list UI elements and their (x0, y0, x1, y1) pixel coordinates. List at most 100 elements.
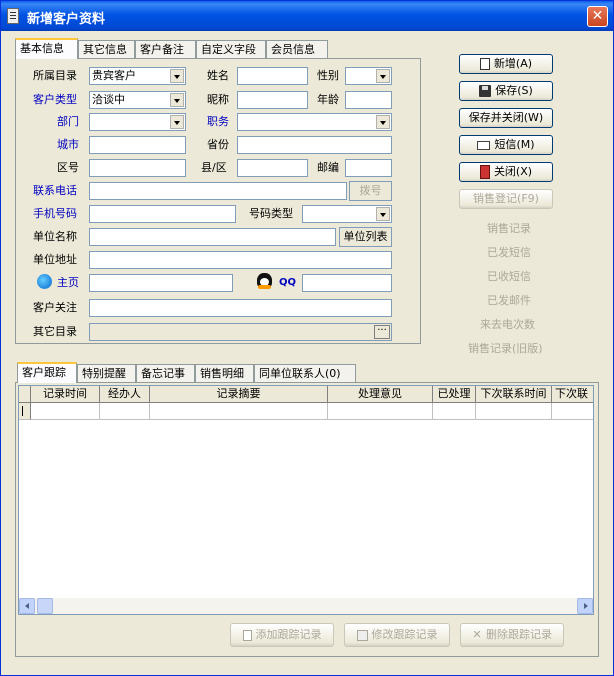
delete-tracking-button[interactable]: ✕ 删除跟踪记录 (460, 623, 564, 647)
postcode-input[interactable] (345, 159, 392, 177)
homepage-input[interactable] (89, 274, 233, 292)
province-input[interactable] (237, 136, 392, 154)
tab-other-info[interactable]: 其它信息 (78, 40, 135, 59)
add-tracking-button[interactable]: 添加跟踪记录 (230, 623, 334, 647)
tab-same-company-contacts[interactable]: 同单位联系人(0) (254, 364, 356, 383)
scroll-right-arrow-icon[interactable] (577, 598, 593, 614)
window-title: 新增客户资料 (27, 12, 106, 27)
table-cell[interactable] (476, 403, 552, 420)
number-type-select[interactable] (302, 205, 392, 223)
county-input[interactable] (237, 159, 308, 177)
close-button[interactable]: 关闭(X) (459, 162, 553, 182)
tracking-table[interactable]: 记录时间 经办人 记录摘要 处理意见 已处理 下次联系时间 下次联 (18, 385, 594, 615)
row-header-corner (19, 386, 31, 403)
save-button-label: 保存(S) (495, 84, 533, 97)
table-cell[interactable] (328, 403, 433, 420)
tab-memo[interactable]: 备忘记事 (136, 364, 195, 383)
new-button[interactable]: 新增(A) (459, 54, 553, 74)
dial-button[interactable]: 拨号 (349, 181, 392, 201)
new-document-icon (479, 58, 490, 70)
tab-custom-fields[interactable]: 自定义字段 (196, 40, 266, 59)
gender-select[interactable] (345, 67, 392, 85)
tab-basic-info[interactable]: 基本信息 (15, 38, 78, 59)
sales-record-old-link[interactable]: 销售记录(旧版) (468, 342, 543, 356)
browse-button[interactable]: ··· (374, 325, 390, 339)
new-button-label: 新增(A) (493, 57, 533, 70)
position-select[interactable] (237, 113, 392, 131)
sales-record-link[interactable]: 销售记录 (487, 222, 531, 236)
call-count-link[interactable]: 来去电次数 (480, 318, 535, 332)
horizontal-scrollbar[interactable] (19, 598, 593, 614)
column-header[interactable]: 下次联系时间 (476, 386, 552, 403)
address-label: 单位地址 (33, 253, 77, 266)
name-input[interactable] (237, 67, 308, 85)
row-selector[interactable] (19, 403, 31, 420)
envelope-icon (477, 140, 491, 150)
new-document-icon (242, 629, 252, 641)
phone-input[interactable] (89, 182, 347, 200)
tab-sales-detail[interactable]: 销售明细 (195, 364, 254, 383)
address-input[interactable] (89, 251, 392, 269)
chevron-down-icon[interactable] (376, 115, 390, 129)
floppy-disk-icon (479, 85, 492, 97)
name-label: 姓名 (207, 69, 229, 82)
tab-customer-notes[interactable]: 客户备注 (135, 40, 196, 59)
customer-type-value: 洽谈中 (92, 93, 125, 106)
area-code-input[interactable] (89, 159, 186, 177)
mobile-input[interactable] (89, 205, 236, 223)
tab-member-info[interactable]: 会员信息 (266, 40, 328, 59)
age-input[interactable] (345, 91, 392, 109)
category-label: 所属目录 (33, 69, 77, 82)
chevron-down-icon[interactable] (170, 93, 184, 107)
column-header[interactable]: 经办人 (100, 386, 150, 403)
chevron-down-icon[interactable] (170, 115, 184, 129)
company-label: 单位名称 (33, 230, 77, 243)
homepage-label: 主页 (57, 276, 79, 289)
column-header[interactable]: 下次联 (552, 386, 593, 403)
save-and-close-button[interactable]: 保存并关闭(W) (459, 108, 553, 128)
table-cell[interactable] (150, 403, 328, 420)
delete-tracking-label: 删除跟踪记录 (486, 628, 552, 641)
scroll-left-arrow-icon[interactable] (19, 598, 35, 614)
qq-input[interactable] (302, 274, 392, 292)
table-cell[interactable] (552, 403, 593, 420)
sent-email-link[interactable]: 已发邮件 (487, 294, 531, 308)
column-header[interactable]: 记录时间 (31, 386, 100, 403)
chevron-down-icon[interactable] (376, 207, 390, 221)
app-icon (7, 8, 19, 24)
column-header[interactable]: 处理意见 (328, 386, 433, 403)
company-list-button[interactable]: 单位列表 (339, 227, 392, 247)
table-cell[interactable] (433, 403, 476, 420)
nickname-input[interactable] (237, 91, 308, 109)
close-window-button[interactable]: ✕ (587, 6, 608, 27)
chevron-down-icon[interactable] (170, 69, 184, 83)
customer-type-select[interactable]: 洽谈中 (89, 91, 186, 109)
sales-register-button[interactable]: 销售登记(F9) (459, 189, 553, 209)
table-cell[interactable] (100, 403, 150, 420)
sent-sms-link[interactable]: 已发短信 (487, 246, 531, 260)
sms-button[interactable]: 短信(M) (459, 135, 553, 155)
category-select[interactable]: 贵宾客户 (89, 67, 186, 85)
other-dir-input[interactable]: ··· (89, 323, 392, 341)
column-header[interactable]: 记录摘要 (150, 386, 328, 403)
edit-tracking-button[interactable]: 修改跟踪记录 (344, 623, 450, 647)
chevron-down-icon[interactable] (376, 69, 390, 83)
tab-customer-tracking[interactable]: 客户跟踪 (17, 362, 77, 383)
position-label: 职务 (207, 115, 229, 128)
department-select[interactable] (89, 113, 186, 131)
scroll-thumb[interactable] (37, 598, 53, 614)
table-cell[interactable] (31, 403, 100, 420)
province-label: 省份 (207, 138, 229, 151)
attention-input[interactable] (89, 299, 392, 317)
title-bar[interactable]: 新增客户资料 ✕ (1, 1, 613, 31)
city-input[interactable] (89, 136, 186, 154)
area-code-label: 区号 (57, 161, 79, 174)
save-button[interactable]: 保存(S) (459, 81, 553, 101)
tab-special-reminder[interactable]: 特别提醒 (77, 364, 136, 383)
column-header[interactable]: 已处理 (433, 386, 476, 403)
received-sms-link[interactable]: 已收短信 (487, 270, 531, 284)
company-input[interactable] (89, 228, 336, 246)
ie-icon (37, 274, 52, 289)
category-value: 贵宾客户 (92, 69, 136, 82)
mobile-label: 手机号码 (33, 207, 77, 220)
